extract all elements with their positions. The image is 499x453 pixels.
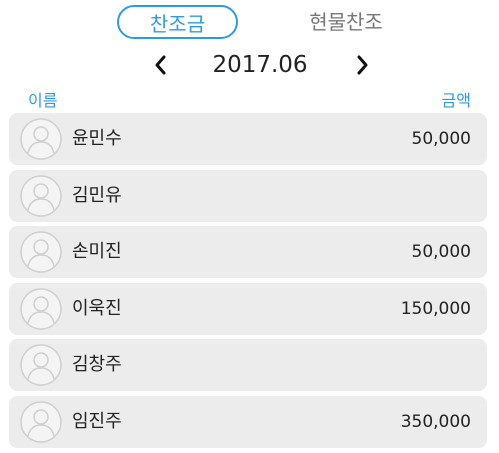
member-list: 윤민수 50,000 김민유 손미진 50,000 이욱진 150,000 김창…	[9, 113, 487, 453]
next-month-button[interactable]	[349, 50, 375, 80]
column-header-amount: 금액	[441, 91, 471, 110]
member-name: 김민유	[72, 184, 122, 206]
member-row[interactable]: 김민유	[9, 169, 487, 222]
member-amount: 350,000	[400, 411, 471, 432]
chevron-left-icon	[155, 55, 166, 75]
member-amount: 150,000	[400, 298, 471, 319]
tab-cash-sponsorship[interactable]: 찬조금	[117, 5, 238, 39]
member-name: 김창주	[72, 354, 122, 376]
column-header-name: 이름	[28, 91, 58, 110]
member-amount: 50,000	[411, 242, 471, 263]
member-name: 윤민수	[72, 128, 122, 149]
chevron-right-icon	[357, 55, 368, 75]
member-row[interactable]: 김창주	[9, 339, 487, 392]
current-month-label: 2017.06	[212, 52, 308, 78]
member-name: 손미진	[72, 241, 122, 263]
avatar-placeholder-icon	[19, 343, 63, 387]
member-row[interactable]: 이욱진 150,000	[9, 282, 487, 335]
member-amount: 50,000	[411, 129, 471, 149]
member-row[interactable]: 임진주 350,000	[9, 395, 487, 448]
avatar-placeholder-icon	[19, 117, 63, 161]
member-row[interactable]: 윤민수 50,000	[9, 113, 487, 165]
member-name: 임진주	[72, 410, 122, 432]
tab-in-kind-sponsorship[interactable]: 현물찬조	[286, 5, 406, 39]
member-name: 이욱진	[72, 297, 122, 319]
tab-bar: 찬조금 현물찬조	[0, 5, 499, 41]
avatar-placeholder-icon	[19, 287, 63, 331]
month-navigator: 2017.06	[0, 46, 499, 86]
avatar-placeholder-icon	[19, 230, 63, 274]
avatar-placeholder-icon	[19, 400, 63, 444]
member-row[interactable]: 손미진 50,000	[9, 226, 487, 279]
avatar-placeholder-icon	[19, 174, 63, 218]
prev-month-button[interactable]	[148, 50, 174, 80]
